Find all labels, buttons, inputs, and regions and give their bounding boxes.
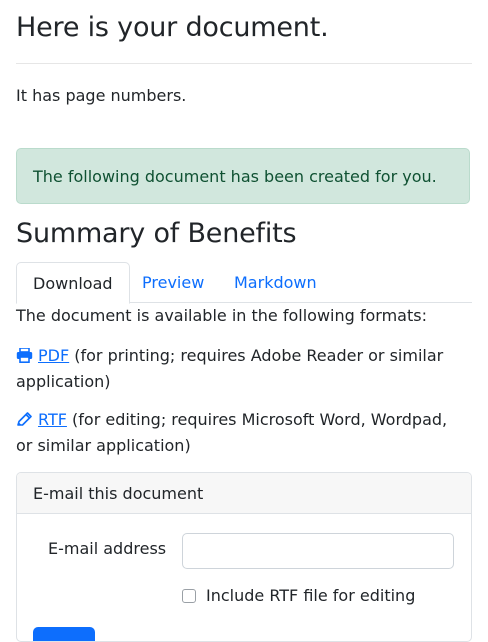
- divider: [16, 63, 472, 64]
- send-button[interactable]: [33, 627, 95, 641]
- rtf-link-label: RTF: [38, 410, 67, 429]
- include-rtf-label[interactable]: Include RTF file for editing: [206, 586, 415, 605]
- tab-preview[interactable]: Preview: [126, 262, 220, 303]
- printer-icon: [16, 346, 33, 370]
- tab-markdown[interactable]: Markdown: [218, 262, 333, 303]
- email-card: E-mail this document E-mail address Incl…: [16, 472, 472, 642]
- rtf-note: (for editing; requires Microsoft Word, W…: [16, 410, 448, 455]
- rtf-link[interactable]: RTF: [16, 410, 67, 429]
- alert-text: The following document has been created …: [33, 166, 437, 186]
- email-address-label: E-mail address: [48, 539, 167, 558]
- email-card-header: E-mail this document: [17, 473, 471, 514]
- pencil-icon: [16, 410, 33, 434]
- format-item-pdf: PDF (for printing; requires Adobe Reader…: [16, 344, 466, 394]
- pdf-link-label: PDF: [38, 346, 70, 365]
- tab-bar: Download Preview Markdown: [16, 262, 472, 304]
- email-address-input[interactable]: [182, 533, 454, 569]
- include-rtf-checkbox[interactable]: [182, 589, 196, 603]
- pdf-note: (for printing; requires Adobe Reader or …: [16, 346, 444, 391]
- format-item-rtf: RTF (for editing; requires Microsoft Wor…: [16, 408, 466, 458]
- tab-download[interactable]: Download: [16, 262, 130, 304]
- pdf-link[interactable]: PDF: [16, 346, 69, 365]
- success-alert: The following document has been created …: [16, 148, 470, 204]
- formats-intro: The document is available in the followi…: [16, 306, 427, 325]
- document-title: Summary of Benefits: [16, 218, 297, 249]
- page-subtitle: It has page numbers.: [16, 86, 187, 105]
- page-title: Here is your document.: [16, 12, 329, 43]
